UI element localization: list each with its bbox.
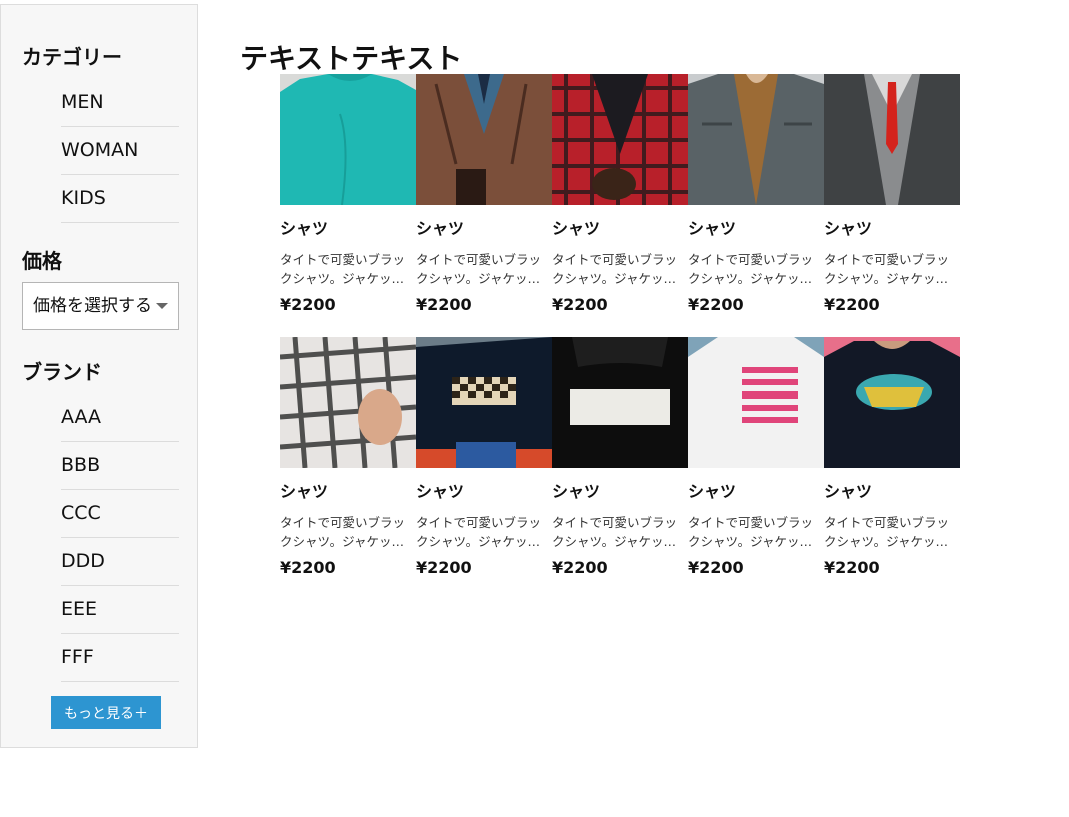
product-card[interactable]: シャツ タイトで可愛いブラックシャツ。ジャケットとの相性も抜群です。 ¥2200 <box>416 337 552 600</box>
page: カテゴリー MEN WOMAN KIDS 価格 価格を選択する ブランド AAA… <box>0 0 1069 817</box>
product-card[interactable]: シャツ タイトで可愛いブラックシャツ。ジャケットとの相性も抜群です。 ¥2200 <box>416 74 552 337</box>
product-card[interactable]: シャツ タイトで可愛いブラックシャツ。ジャケットとの相性も抜群です。 ¥2200 <box>280 74 416 337</box>
plaid-shirt-image <box>552 74 688 205</box>
product-name: シャツ <box>280 219 329 238</box>
brand-title: ブランド <box>22 360 102 384</box>
product-price: ¥2200 <box>552 295 608 314</box>
gray-vest-image <box>824 74 960 205</box>
teal-shirt-image <box>280 74 416 205</box>
product-grid: シャツ タイトで可愛いブラックシャツ。ジャケットとの相性も抜群です。 ¥2200… <box>280 74 960 600</box>
plaid-shirt-photo <box>552 74 688 205</box>
product-name: シャツ <box>824 219 873 238</box>
white-tshirt-photo <box>688 337 824 468</box>
price-select-value: 価格を選択する <box>33 296 152 316</box>
product-name: シャツ <box>552 482 601 501</box>
leather-jacket-image <box>416 74 552 205</box>
product-card[interactable]: シャツ タイトで可愛いブラックシャツ。ジャケットとの相性も抜群です。 ¥2200 <box>552 337 688 600</box>
product-desc: タイトで可愛いブラックシャツ。ジャケットとの相性も抜群です。 <box>280 252 406 286</box>
space-jam-tshirt-photo <box>824 337 960 468</box>
product-price: ¥2200 <box>280 295 336 314</box>
category-list: MEN WOMAN KIDS <box>61 79 179 223</box>
chevron-down-icon <box>156 303 168 309</box>
product-price: ¥2200 <box>824 558 880 577</box>
product-name: シャツ <box>416 482 465 501</box>
denim-jacket-image <box>688 74 824 205</box>
product-desc: タイトで可愛いブラックシャツ。ジャケットとの相性も抜群です。 <box>688 515 814 549</box>
product-desc: タイトで可愛いブラックシャツ。ジャケットとの相性も抜群です。 <box>824 515 950 549</box>
teal-shirt-photo <box>280 74 416 205</box>
price-title: 価格 <box>22 249 62 273</box>
product-price: ¥2200 <box>688 295 744 314</box>
product-card[interactable]: シャツ タイトで可愛いブラックシャツ。ジャケットとの相性も抜群です。 ¥2200 <box>552 74 688 337</box>
sidebar-item-kids[interactable]: KIDS <box>61 175 179 223</box>
product-name: シャツ <box>824 482 873 501</box>
product-row: シャツ タイトで可愛いブラックシャツ。ジャケットとの相性も抜群です。 ¥2200 <box>280 337 960 600</box>
product-price: ¥2200 <box>824 295 880 314</box>
product-desc: タイトで可愛いブラックシャツ。ジャケットとの相性も抜群です。 <box>280 515 406 549</box>
sidebar: カテゴリー MEN WOMAN KIDS 価格 価格を選択する ブランド AAA… <box>0 4 198 748</box>
category-title: カテゴリー <box>22 45 122 69</box>
product-price: ¥2200 <box>280 558 336 577</box>
sidebar-item-woman[interactable]: WOMAN <box>61 127 179 175</box>
sidebar-item-men[interactable]: MEN <box>61 79 179 127</box>
product-desc: タイトで可愛いブラックシャツ。ジャケットとの相性も抜群です。 <box>416 515 542 549</box>
product-desc: タイトで可愛いブラックシャツ。ジャケットとの相性も抜群です。 <box>824 252 950 286</box>
product-name: シャツ <box>416 219 465 238</box>
gray-vest-photo <box>824 74 960 205</box>
checked-shirt-photo <box>280 337 416 468</box>
product-row: シャツ タイトで可愛いブラックシャツ。ジャケットとの相性も抜群です。 ¥2200… <box>280 74 960 337</box>
product-card[interactable]: シャツ タイトで可愛いブラックシャツ。ジャケットとの相性も抜群です。 ¥2200 <box>824 74 960 337</box>
product-price: ¥2200 <box>416 295 472 314</box>
product-card[interactable]: シャツ タイトで可愛いブラックシャツ。ジャケットとの相性も抜群です。 ¥2200 <box>688 74 824 337</box>
product-card[interactable]: シャツ タイトで可愛いブラックシャツ。ジャケットとの相性も抜群です。 ¥2200 <box>688 337 824 600</box>
price-select[interactable]: 価格を選択する <box>22 282 179 330</box>
product-desc: タイトで可愛いブラックシャツ。ジャケットとの相性も抜群です。 <box>688 252 814 286</box>
product-desc: タイトで可愛いブラックシャツ。ジャケットとの相性も抜群です。 <box>552 515 678 549</box>
sidebar-item-ccc[interactable]: CCC <box>61 490 179 538</box>
stripe-sweater-photo <box>552 337 688 468</box>
product-desc: タイトで可愛いブラックシャツ。ジャケットとの相性も抜群です。 <box>552 252 678 286</box>
sidebar-item-eee[interactable]: EEE <box>61 586 179 634</box>
white-tshirt-image <box>688 337 824 468</box>
checked-shirt-image <box>280 337 416 468</box>
sidebar-item-bbb[interactable]: BBB <box>61 442 179 490</box>
sidebar-item-fff[interactable]: FFF <box>61 634 179 682</box>
product-name: シャツ <box>688 482 737 501</box>
product-name: シャツ <box>552 219 601 238</box>
product-desc: タイトで可愛いブラックシャツ。ジャケットとの相性も抜群です。 <box>416 252 542 286</box>
product-price: ¥2200 <box>416 558 472 577</box>
sidebar-item-ddd[interactable]: DDD <box>61 538 179 586</box>
checker-tshirt-photo <box>416 337 552 468</box>
product-price: ¥2200 <box>552 558 608 577</box>
product-name: シャツ <box>280 482 329 501</box>
page-title: テキストテキスト <box>240 41 463 75</box>
product-card[interactable]: シャツ タイトで可愛いブラックシャツ。ジャケットとの相性も抜群です。 ¥2200 <box>824 337 960 600</box>
sidebar-item-aaa[interactable]: AAA <box>61 394 179 442</box>
checker-tshirt-image <box>416 337 552 468</box>
denim-jacket-photo <box>688 74 824 205</box>
brand-list: AAA BBB CCC DDD EEE FFF <box>61 394 179 682</box>
product-name: シャツ <box>688 219 737 238</box>
product-price: ¥2200 <box>688 558 744 577</box>
more-button[interactable]: もっと見る＋ <box>51 696 161 729</box>
stripe-sweater-image <box>552 337 688 468</box>
product-card[interactable]: シャツ タイトで可愛いブラックシャツ。ジャケットとの相性も抜群です。 ¥2200 <box>280 337 416 600</box>
space-jam-tshirt-image <box>824 337 960 468</box>
leather-jacket-photo <box>416 74 552 205</box>
